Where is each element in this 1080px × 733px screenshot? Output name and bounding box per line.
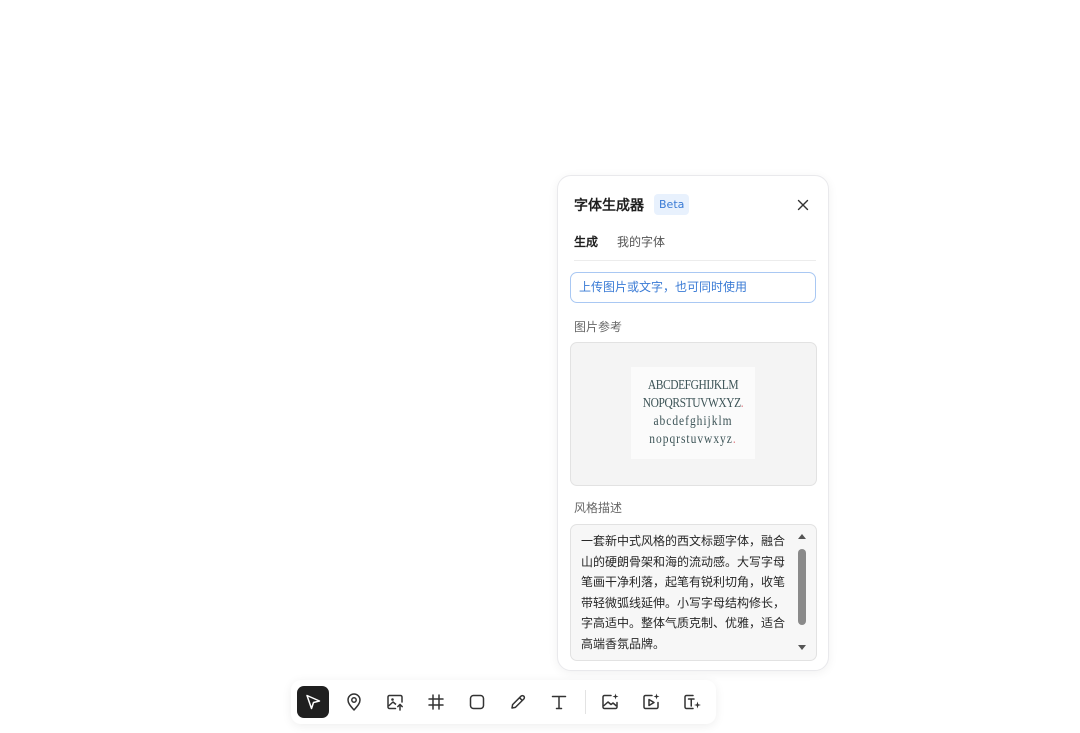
pen-tool-button[interactable] bbox=[502, 686, 534, 718]
style-description-text: 一套新中式风格的西文标题字体，融合山的硬朗骨架和海的流动感。大写字母笔画干净利落… bbox=[581, 534, 786, 651]
cursor-icon bbox=[306, 694, 321, 710]
select-tool-button[interactable] bbox=[297, 686, 329, 718]
ai-image-tool-button[interactable] bbox=[594, 686, 626, 718]
hash-frame-icon bbox=[428, 694, 444, 710]
scroll-up-arrow-icon[interactable] bbox=[798, 534, 806, 539]
ai-video-icon bbox=[643, 693, 660, 710]
beta-badge: Beta bbox=[654, 194, 690, 215]
sample-line-upper-2: NOPQRSTUVWXYZ. bbox=[642, 396, 744, 411]
tab-my-fonts[interactable]: 我的字体 bbox=[617, 233, 665, 250]
reference-image: ABCDEFGHIJKLM NOPQRSTUVWXYZ. abcdefghijk… bbox=[631, 367, 755, 459]
close-button[interactable] bbox=[794, 196, 812, 214]
description-scrollbar[interactable] bbox=[796, 531, 808, 653]
square-icon bbox=[469, 694, 485, 710]
ai-image-icon bbox=[602, 693, 619, 710]
panel-header: 字体生成器 Beta bbox=[574, 194, 812, 216]
style-description-label: 风格描述 bbox=[574, 501, 623, 515]
sample-line-upper-1: ABCDEFGHIJKLM bbox=[647, 378, 739, 393]
image-upload-icon bbox=[387, 694, 403, 711]
ai-text-tool-button[interactable] bbox=[676, 686, 708, 718]
text-icon bbox=[551, 695, 567, 710]
font-generator-panel: 字体生成器 Beta 生成 我的字体 上传图片或文字，也可同时使用 图片参考 A… bbox=[557, 175, 829, 671]
pin-tool-button[interactable] bbox=[338, 686, 370, 718]
tab-generate[interactable]: 生成 bbox=[574, 233, 598, 250]
ai-video-tool-button[interactable] bbox=[635, 686, 667, 718]
close-icon bbox=[797, 199, 809, 211]
scroll-down-arrow-icon[interactable] bbox=[798, 645, 806, 650]
sample-line-lower-1: abcdefghijklm bbox=[653, 414, 733, 429]
toolbar-separator bbox=[585, 690, 586, 714]
text-tool-button[interactable] bbox=[543, 686, 575, 718]
bottom-toolbar bbox=[291, 680, 716, 724]
panel-title: 字体生成器 bbox=[574, 198, 644, 214]
style-description-textarea[interactable]: 一套新中式风格的西文标题字体，融合山的硬朗骨架和海的流动感。大写字母笔画干净利落… bbox=[570, 524, 817, 661]
sample-line-lower-2: nopqrstuvwxyz. bbox=[649, 432, 737, 447]
ai-text-icon bbox=[684, 694, 701, 710]
location-pin-icon bbox=[347, 693, 361, 711]
rectangle-tool-button[interactable] bbox=[461, 686, 493, 718]
image-reference-dropzone[interactable]: ABCDEFGHIJKLM NOPQRSTUVWXYZ. abcdefghijk… bbox=[570, 342, 817, 486]
scrollbar-thumb[interactable] bbox=[798, 549, 806, 625]
image-reference-label: 图片参考 bbox=[574, 320, 623, 334]
upload-image-tool-button[interactable] bbox=[379, 686, 411, 718]
upload-hint: 上传图片或文字，也可同时使用 bbox=[570, 272, 816, 303]
panel-tabs: 生成 我的字体 bbox=[574, 233, 816, 261]
pencil-icon bbox=[511, 694, 526, 709]
frame-tool-button[interactable] bbox=[420, 686, 452, 718]
